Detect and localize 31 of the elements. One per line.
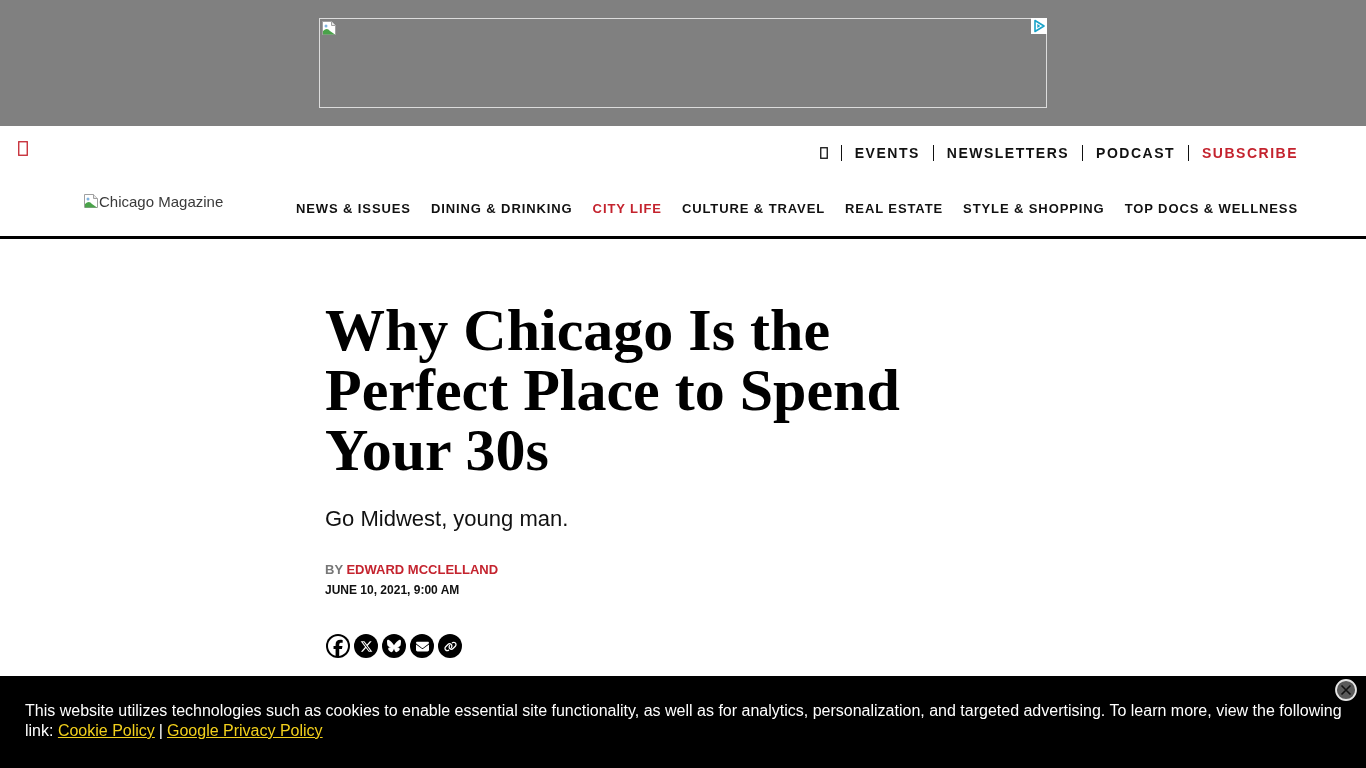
utility-link[interactable]: NEWSLETTERS (946, 144, 1070, 162)
byline: BY EDWARD MCCLELLAND (325, 561, 499, 579)
utility-link[interactable]: EVENTS (854, 144, 920, 162)
nav-link[interactable]: REAL ESTATE (845, 200, 944, 217)
broken-image-icon (321, 20, 337, 36)
nav-link[interactable]: TOP DOCS & WELLNESS (1124, 200, 1298, 217)
subscribe-link[interactable]: SUBSCRIBE (1202, 144, 1298, 162)
nav-link[interactable]: NEWS & ISSUES (295, 200, 411, 217)
nav-link[interactable]: DINING & DRINKING (430, 200, 573, 217)
missing-glyph-icon[interactable] (819, 147, 828, 159)
policy-link[interactable]: Google Privacy Policy (167, 722, 323, 739)
nav-link[interactable]: CULTURE & TRAVEL (681, 200, 826, 217)
policy-link[interactable]: Cookie Policy (57, 722, 155, 739)
play-triangle-icon[interactable] (1031, 18, 1047, 34)
publish-date: JUNE 10, 2021, 9:00 AM (325, 582, 460, 599)
article-subtitle: Go Midwest, young man. (325, 506, 569, 532)
utility-link[interactable]: PODCAST (1096, 144, 1176, 162)
facebook-icon[interactable] (326, 634, 350, 658)
broken-image-icon (83, 193, 99, 209)
nav-link[interactable]: CITY LIFE (592, 200, 662, 217)
cookie-notice: This website utilizes technologies such as cookies to enable essential site functionality, as well as for analytics, personalization, and targeted advertising. To learn more, view the following link: Cookie Policy | Google Privacy Policy (25, 701, 1343, 741)
envelope-icon[interactable] (410, 634, 434, 658)
nav-link[interactable]: STYLE & SHOPPING (963, 200, 1105, 217)
article-title: Why Chicago Is the Perfect Place to Spend Your 30s (325, 300, 901, 480)
butterfly-icon[interactable] (382, 634, 406, 658)
close-icon (1335, 679, 1357, 701)
author-link[interactable]: EDWARD MCCLELLAND (346, 562, 499, 577)
close-button[interactable] (1335, 679, 1357, 701)
x-logo-icon[interactable] (354, 634, 378, 658)
logo-link[interactable]: Chicago Magazine (83, 193, 224, 211)
chain-link-icon[interactable] (438, 634, 462, 658)
